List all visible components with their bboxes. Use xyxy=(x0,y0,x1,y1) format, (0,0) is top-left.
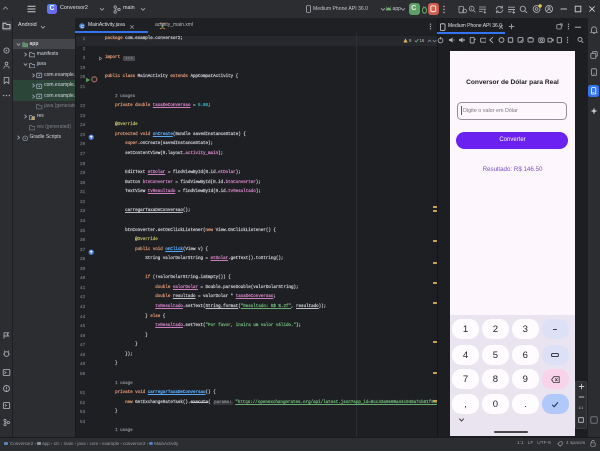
svg-text:4: 4 xyxy=(470,6,472,10)
